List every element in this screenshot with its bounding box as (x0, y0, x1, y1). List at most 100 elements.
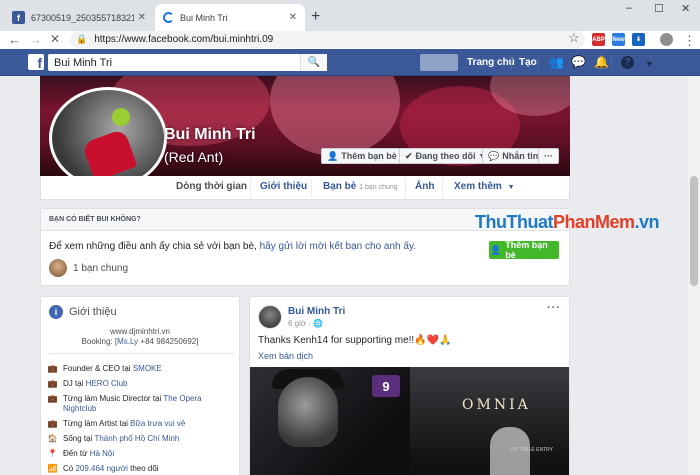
globe-intro-icon: i (49, 305, 63, 319)
facebook-search-input[interactable]: Bui Minh Tri 🔍 (48, 54, 327, 71)
back-arrow-icon[interactable]: ← (8, 31, 21, 48)
stop-loading-icon[interactable]: ✕ (50, 31, 60, 48)
address-bar[interactable]: 🔒 https://www.facebook.com/bui.minhtri.0… (70, 31, 585, 48)
forward-arrow-icon[interactable]: → (29, 31, 42, 48)
help-icon[interactable]: ? (621, 56, 634, 69)
tab-title: Bui Minh Tri (180, 12, 228, 23)
checkmark-icon: ✔ (405, 150, 413, 161)
divider (49, 353, 234, 354)
add-friend-icon: 👤 (490, 244, 502, 255)
tab-divider (311, 179, 312, 197)
page-scrollbar[interactable] (688, 76, 700, 475)
post-options-icon[interactable]: ··· (547, 302, 561, 314)
browser-tabstrip: f 67300519_2503557183211319_8 ✕ Bui Minh… (0, 0, 700, 31)
intro-title: i Giới thiệu (49, 305, 117, 319)
adblock-extension-icon[interactable]: ABP (592, 33, 605, 46)
chevron-down-icon: ▼ (507, 184, 515, 191)
tab-divider (250, 179, 251, 197)
create-link[interactable]: Tạo (519, 57, 537, 68)
nav-divider (511, 56, 512, 69)
nav-divider (538, 56, 539, 69)
user-profile-shortcut[interactable] (420, 54, 458, 71)
intro-bio: www.djminhtri.vn Booking: [Ms.Ly +84 984… (41, 327, 239, 347)
send-request-link[interactable]: hãy gửi lời mời kết bạn cho anh ấy. (260, 241, 416, 252)
close-tab-icon[interactable]: ✕ (138, 12, 146, 23)
tab-timeline[interactable]: Dòng thời gian (176, 181, 247, 192)
intro-item: 🏠 Sống tại Thành phố Hồ Chí Minh (47, 434, 180, 443)
browser-menu-icon[interactable]: ⋮ (683, 32, 696, 49)
browser-tab-photo[interactable]: f 67300519_2503557183211319_8 ✕ (4, 4, 154, 31)
post-photos[interactable]: 9 OMNIA VIP TABLE ENTRY (250, 367, 569, 475)
omnia-sign: OMNIA (462, 397, 531, 413)
new-extension-icon[interactable]: New (612, 33, 625, 46)
profile-alternate-name: (Red Ant) (164, 149, 224, 165)
tab-friends-label: Bạn bè (323, 181, 357, 192)
profile-picture[interactable] (49, 87, 167, 189)
bio-website: www.djminhtri.vn (109, 327, 170, 336)
facebook-logo-icon[interactable]: f (28, 54, 44, 70)
close-tab-icon[interactable]: ✕ (289, 12, 297, 23)
bookmark-star-icon[interactable]: ☆ (568, 30, 580, 46)
scrollbar-thumb[interactable] (690, 176, 698, 286)
intro-link[interactable]: Bữa trưa vui vẻ (130, 419, 185, 428)
tab-more[interactable]: Xem thêm ▼ (454, 181, 515, 192)
post-author-name[interactable]: Bui Minh Tri (288, 306, 345, 317)
post-timestamp[interactable]: 6 giờ · 🌐 (288, 319, 323, 328)
browser-toolbar: ← → ✕ 🔒 https://www.facebook.com/bui.min… (0, 30, 700, 49)
rss-followers-icon: 📶 (47, 464, 58, 473)
url-text: https://www.facebook.com/bui.minhtri.09 (94, 34, 274, 45)
add-friend-green-button[interactable]: 👤 Thêm bạn bè (489, 240, 559, 260)
tab-friends[interactable]: Bạn bè 1 bạn chung (323, 181, 398, 192)
more-options-button[interactable]: ··· (538, 148, 559, 164)
intro-link[interactable]: HERO Club (86, 379, 128, 388)
see-translation-link[interactable]: Xem bản dịch (258, 351, 313, 361)
download-extension-icon[interactable]: ⬇ (632, 33, 645, 46)
intro-link[interactable]: SMOKE (133, 364, 162, 373)
intro-link[interactable]: Thành phố Hồ Chí Minh (94, 434, 179, 443)
minimize-button[interactable]: – (626, 2, 632, 14)
intro-link[interactable]: Hà Nội (90, 449, 114, 458)
briefcase-icon: 💼 (47, 379, 58, 388)
close-window-button[interactable]: ✕ (681, 2, 690, 15)
intro-link[interactable]: 209.464 người (75, 464, 127, 473)
card-text: Để xem những điều anh ấy chia sẻ với bạn… (49, 241, 416, 252)
message-button[interactable]: 💬 Nhắn tin (482, 148, 545, 164)
maximize-button[interactable]: ☐ (654, 2, 664, 15)
browser-tab-profile[interactable]: Bui Minh Tri ✕ (155, 4, 305, 31)
mutual-friend-avatar (49, 259, 67, 277)
booking-link[interactable]: Ms.Ly (117, 337, 138, 346)
tab-more-label: Xem thêm (454, 181, 502, 192)
tab-divider (442, 179, 443, 197)
add-friend-button[interactable]: 👤 Thêm bạn bè (321, 148, 403, 164)
following-button[interactable]: ✔ Đang theo dõi ▼ (399, 148, 492, 164)
profile-avatar-icon[interactable] (660, 33, 673, 46)
lock-icon: 🔒 (76, 34, 88, 44)
intro-card: i Giới thiệu www.djminhtri.vn Booking: [… (40, 296, 240, 475)
messenger-icon[interactable]: 💬 (571, 56, 586, 68)
following-label: Đang theo dõi (415, 151, 476, 161)
friend-requests-icon[interactable]: 👥 (549, 56, 564, 68)
profile-name: Bui Minh Tri (164, 126, 256, 143)
search-icon[interactable]: 🔍 (300, 54, 327, 71)
mutual-friends-text: 1 bạn chung (73, 262, 129, 274)
post-author-avatar[interactable] (258, 305, 282, 329)
tab-about[interactable]: Giới thiệu (260, 181, 307, 192)
new-tab-button[interactable]: + (311, 8, 320, 26)
loading-spinner-icon (163, 12, 174, 23)
post-photo-1[interactable]: 9 (250, 367, 410, 475)
account-menu-caret-icon[interactable]: ▼ (645, 58, 654, 70)
facebook-favicon-icon: f (12, 11, 25, 24)
briefcase-icon: 💼 (47, 419, 58, 428)
messenger-icon: 💬 (488, 150, 500, 161)
notifications-bell-icon[interactable]: 🔔 (594, 56, 609, 68)
intro-item: 💼 DJ tại HERO Club (47, 379, 128, 388)
add-friend-label: Thêm bạn bè (505, 240, 548, 260)
intro-item: 💼 Từng làm Artist tại Bữa trưa vui vẻ (47, 419, 186, 428)
timeline-post: Bui Minh Tri 6 giờ · 🌐 ··· Thanks Kenh14… (249, 296, 570, 475)
search-value: Bui Minh Tri (54, 56, 113, 69)
mutual-friends[interactable]: 1 bạn chung (49, 259, 128, 277)
tab-photos[interactable]: Ảnh (415, 181, 434, 192)
home-link[interactable]: Trang chủ (467, 57, 515, 68)
site-watermark: ThuThuatPhanMem.vn (475, 212, 660, 232)
post-photo-2[interactable]: OMNIA VIP TABLE ENTRY (410, 367, 569, 475)
